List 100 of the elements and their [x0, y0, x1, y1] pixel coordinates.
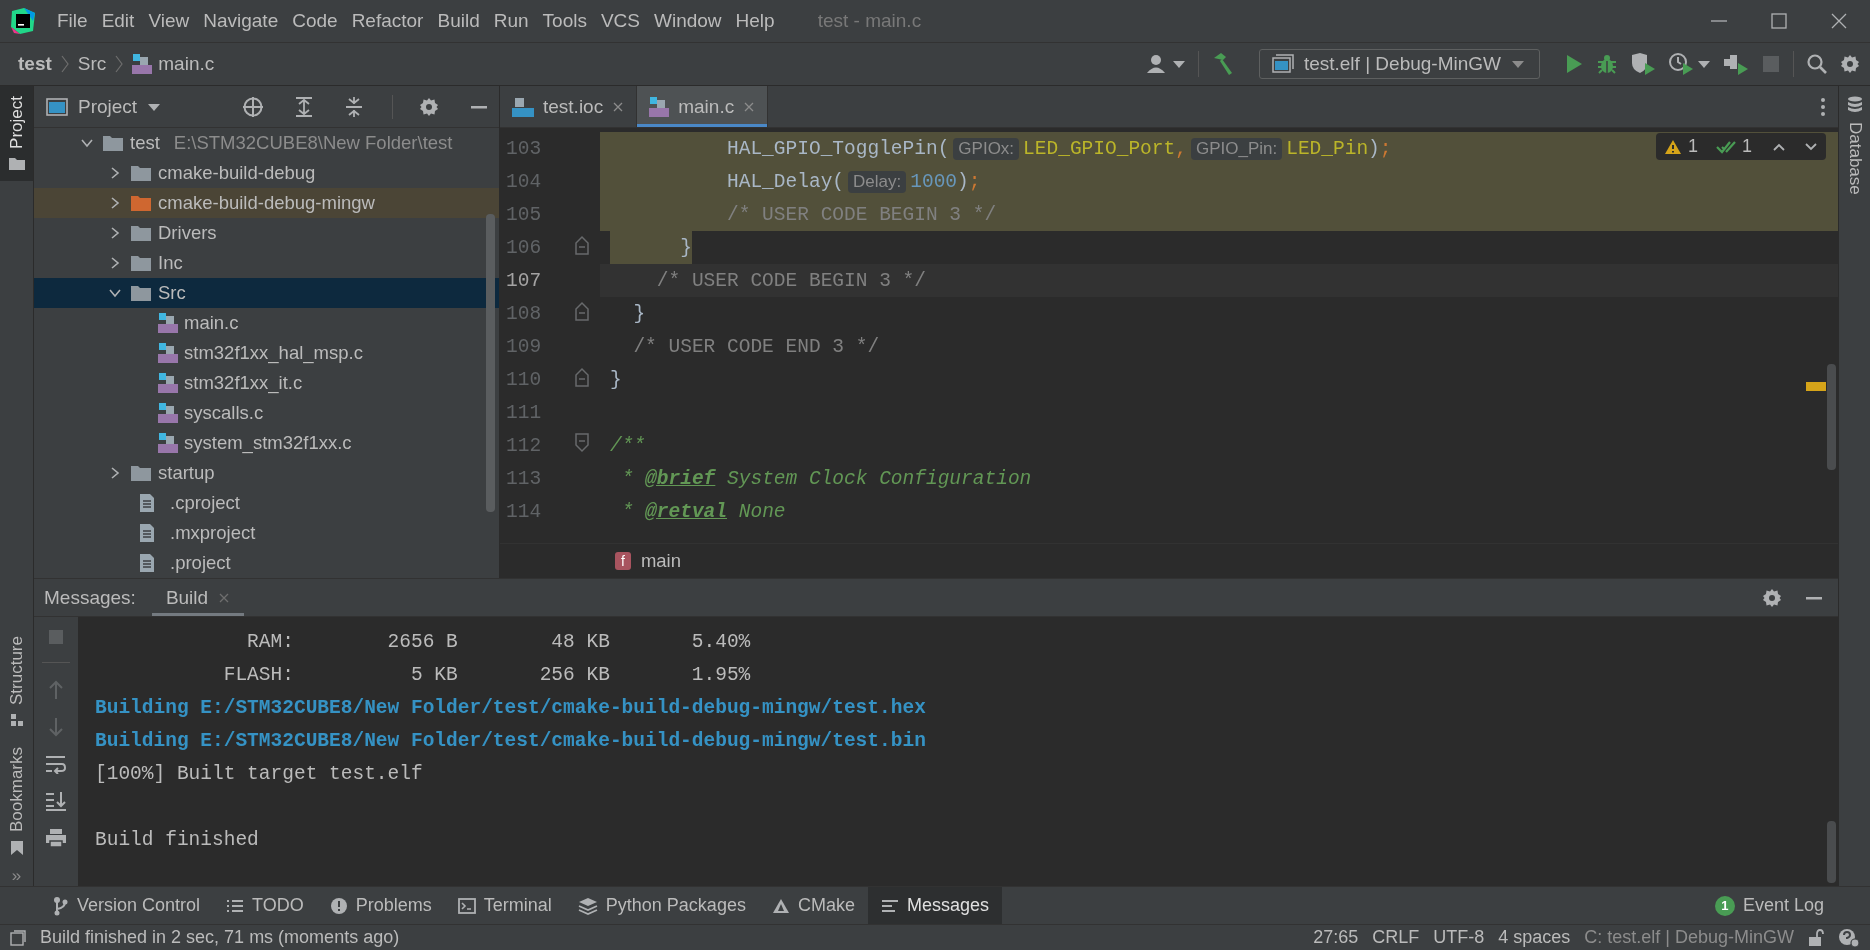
line-number: 111	[505, 401, 543, 424]
menu-item[interactable]: Help	[728, 8, 782, 34]
tree-item[interactable]: .cproject	[34, 488, 499, 518]
collapse-all-icon[interactable]	[344, 95, 364, 118]
attach-run-icon[interactable]	[1723, 52, 1749, 76]
menu-item[interactable]: File	[50, 8, 95, 34]
scrollbar[interactable]	[1827, 821, 1836, 883]
tree-item[interactable]: test E:\STM32CUBE8\New Folder\test	[34, 128, 499, 158]
shield-run-icon[interactable]	[1630, 52, 1656, 76]
folder-icon	[130, 194, 152, 212]
status-item[interactable]: UTF-8	[1433, 927, 1485, 948]
code-text: HAL_Delay(	[726, 170, 845, 193]
fold-marker-icon[interactable]	[574, 300, 590, 321]
terminal-icon	[457, 897, 476, 914]
tool-window-tab[interactable]: Project	[0, 86, 33, 181]
run-icon[interactable]	[1564, 53, 1584, 75]
breadcrumb-item[interactable]: main	[640, 550, 681, 572]
output-line[interactable]: Building E:/STM32CUBE8/New Folder/test/cmake-build-debug-mingw/test.bin	[78, 724, 1814, 757]
code-text: /* USER CODE BEGIN 3 */	[655, 269, 926, 292]
menu-item[interactable]: Build	[430, 8, 487, 34]
status-item[interactable]: CRLF	[1372, 927, 1420, 948]
settings-icon[interactable]	[419, 96, 439, 117]
tool-window-button[interactable]: TODO	[213, 887, 317, 924]
menu-item[interactable]: View	[141, 8, 197, 34]
scrollbar[interactable]	[486, 214, 495, 512]
status-item[interactable]: 4 spaces	[1498, 927, 1571, 948]
code-text: /* USER CODE END 3 */	[632, 335, 880, 358]
inspection-widget[interactable]: 1 1	[1655, 133, 1826, 160]
tool-window-tab[interactable]: Database	[1839, 86, 1870, 205]
status-item[interactable]: 27:65	[1313, 927, 1359, 948]
panel-tab[interactable]: Build	[151, 579, 245, 616]
tool-window-tab[interactable]: Bookmarks	[0, 736, 33, 866]
tree-item[interactable]: system_stm32f1xx.c	[34, 428, 499, 458]
tool-window-button[interactable]: Python Packages	[564, 887, 759, 924]
menu-item[interactable]: VCS	[593, 8, 647, 34]
fold-marker-icon[interactable]	[574, 432, 590, 453]
fold-marker-icon[interactable]	[574, 234, 590, 255]
menu-item[interactable]: Refactor	[344, 8, 431, 34]
tool-window-button[interactable]: CMake	[758, 887, 868, 924]
breadcrumb-item[interactable]: Src	[77, 53, 107, 75]
tree-item[interactable]: startup	[34, 458, 499, 488]
output-line: RAM: 2656 B 48 KB 5.40%	[246, 629, 752, 655]
bug-icon[interactable]	[1596, 53, 1618, 75]
event-log-button[interactable]: 1 Event Log	[1708, 887, 1830, 924]
lock-icon[interactable]	[1808, 928, 1824, 947]
fold-marker-icon[interactable]	[574, 366, 590, 387]
down-icon[interactable]	[1804, 141, 1818, 152]
locate-icon[interactable]	[242, 95, 264, 118]
c-file-icon	[132, 53, 153, 75]
tool-window-button[interactable]: Version Control	[40, 887, 214, 924]
tree-item[interactable]: cmake-build-debug-mingw	[34, 188, 499, 218]
tree-item[interactable]: main.c	[34, 308, 499, 338]
help-gear-icon[interactable]	[1838, 927, 1860, 948]
menu-item[interactable]: Run	[486, 8, 536, 34]
status-item[interactable]: C: test.elf | Debug-MinGW	[1584, 927, 1794, 948]
tree-item[interactable]: Drivers	[34, 218, 499, 248]
tool-window-button[interactable]: Problems	[316, 887, 445, 924]
folder-icon	[130, 164, 152, 182]
line-number: 103	[505, 137, 543, 160]
search-icon[interactable]	[1806, 53, 1828, 75]
c-file-icon	[158, 402, 178, 424]
up-icon[interactable]	[1772, 141, 1786, 152]
settings-icon[interactable]	[1840, 54, 1860, 74]
more-icon[interactable]	[1820, 96, 1826, 117]
menu-item[interactable]: Code	[285, 8, 345, 34]
breadcrumb-item[interactable]: test	[18, 53, 52, 75]
tree-item[interactable]: stm32f1xx_hal_msp.c	[34, 338, 499, 368]
breadcrumb-item[interactable]: main.c	[158, 53, 215, 75]
tool-window-tab[interactable]: Structure	[0, 626, 33, 737]
panel-toggle-icon[interactable]	[10, 929, 26, 946]
scroll-to-end-icon[interactable]	[45, 791, 67, 811]
close-icon[interactable]	[1830, 12, 1848, 30]
settings-icon[interactable]	[1762, 587, 1782, 608]
tree-item[interactable]: syscalls.c	[34, 398, 499, 428]
print-icon[interactable]	[45, 828, 67, 848]
line-number: 110	[505, 368, 543, 391]
close-icon[interactable]	[612, 100, 625, 113]
view-selector[interactable]: Project	[46, 95, 162, 118]
tree-item[interactable]: stm32f1xx_it.c	[34, 368, 499, 398]
clock-run-icon[interactable]	[1668, 52, 1694, 76]
scrollbar[interactable]	[1827, 364, 1836, 470]
soft-wrap-icon[interactable]	[45, 754, 67, 774]
maximize-icon[interactable]	[1770, 12, 1788, 30]
menu-item[interactable]: Window	[647, 8, 729, 34]
run-config-dropdown[interactable]: test.elf | Debug-MinGW	[1258, 49, 1540, 79]
more-tools-icon[interactable]: »	[0, 866, 33, 886]
menu-item[interactable]: Navigate	[196, 8, 286, 34]
warning-marker[interactable]	[1806, 382, 1826, 391]
editor-tab[interactable]: main.c	[637, 86, 769, 127]
tool-window-button[interactable]: Messages	[867, 887, 1002, 924]
expand-all-icon[interactable]	[294, 95, 314, 118]
tool-window-button[interactable]: Terminal	[444, 887, 565, 924]
menu-item[interactable]: Tools	[535, 8, 594, 34]
tree-item[interactable]: Src	[34, 278, 499, 308]
output-line[interactable]: Building E:/STM32CUBE8/New Folder/test/cmake-build-debug-mingw/test.hex	[78, 691, 1814, 724]
tree-item[interactable]: cmake-build-debug	[34, 158, 499, 188]
tree-item[interactable]: .project	[34, 548, 499, 578]
tree-item[interactable]: Inc	[34, 248, 499, 278]
menu-item[interactable]: Edit	[94, 8, 142, 34]
tree-item[interactable]: .mxproject	[34, 518, 499, 548]
